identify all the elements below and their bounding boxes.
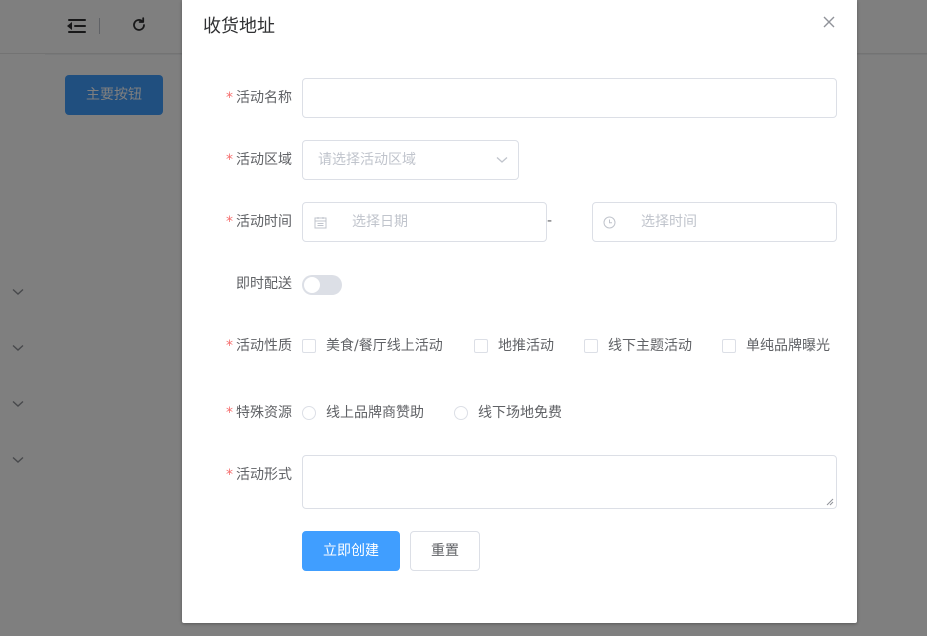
- time-picker-input[interactable]: 选择时间: [592, 202, 837, 242]
- resize-grip-icon[interactable]: [826, 498, 834, 506]
- activity-name-label: * 活动名称: [226, 90, 292, 106]
- activity-form-label: * 活动形式: [226, 467, 292, 483]
- date-placeholder: 选择日期: [352, 214, 408, 230]
- activity-time-label: * 活动时间: [226, 214, 292, 230]
- resources-radio-2[interactable]: [454, 406, 468, 420]
- reset-button[interactable]: 重置: [410, 531, 480, 571]
- resources-option-label[interactable]: 线上品牌商赞助: [326, 403, 424, 423]
- time-range-separator: -: [547, 213, 553, 229]
- nature-option-label[interactable]: 线下主题活动: [608, 336, 692, 356]
- nature-option-label[interactable]: 地推活动: [498, 336, 554, 356]
- activity-name-input[interactable]: [302, 78, 837, 118]
- create-button[interactable]: 立即创建: [302, 531, 400, 571]
- nature-checkbox-4[interactable]: [722, 339, 736, 353]
- switch-knob: [304, 277, 320, 293]
- address-dialog: 收货地址 * 活动名称 * 活动区域 请选择活动区域 * 活动时间 选择日期 - 选择…: [182, 0, 857, 623]
- nature-checkbox-2[interactable]: [474, 339, 488, 353]
- dialog-title: 收货地址: [203, 16, 275, 37]
- clock-icon: [603, 216, 616, 229]
- special-resources-label: * 特殊资源: [226, 405, 292, 421]
- nature-checkbox-1[interactable]: [302, 339, 316, 353]
- activity-region-label: * 活动区域: [226, 152, 292, 168]
- nature-option-label[interactable]: 单纯品牌曝光: [746, 336, 830, 356]
- calendar-icon: [314, 217, 327, 229]
- time-placeholder: 选择时间: [641, 214, 697, 230]
- close-icon[interactable]: [822, 15, 836, 29]
- activity-form-textarea[interactable]: [302, 455, 837, 509]
- instant-delivery-switch[interactable]: [302, 275, 342, 295]
- chevron-down-icon: [496, 157, 508, 163]
- instant-delivery-label: 即时配送: [236, 276, 292, 292]
- resources-radio-1[interactable]: [302, 406, 316, 420]
- resources-option-label[interactable]: 线下场地免费: [478, 403, 562, 423]
- region-placeholder: 请选择活动区域: [318, 152, 416, 168]
- activity-nature-label: * 活动性质: [226, 338, 292, 354]
- nature-option-label[interactable]: 美食/餐厅线上活动: [326, 336, 443, 356]
- nature-checkbox-3[interactable]: [584, 339, 598, 353]
- date-picker-input[interactable]: 选择日期: [302, 202, 547, 242]
- activity-region-select[interactable]: 请选择活动区域: [302, 140, 519, 180]
